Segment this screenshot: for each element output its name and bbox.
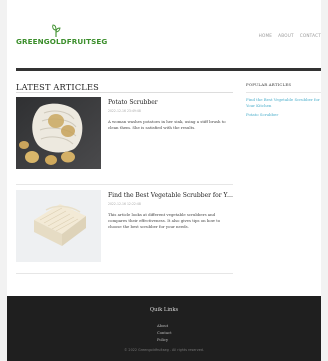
article-date: 2022-12-16 23:49:48 — [108, 109, 141, 113]
footer-link-policy[interactable]: Policy — [157, 337, 172, 344]
main-nav: HOME ABOUT CONTACT — [259, 33, 321, 38]
nav-about[interactable]: ABOUT — [278, 33, 294, 38]
nav-contact[interactable]: CONTACT — [300, 33, 321, 38]
potatoes-image — [16, 97, 101, 169]
article-title[interactable]: Potato Scrubber — [108, 99, 233, 106]
sidebar: POPULAR ARTICLES Find the Best Vegetable… — [246, 82, 321, 118]
footer-title: Quik Links — [149, 307, 179, 313]
section-divider — [16, 92, 233, 93]
plant-icon — [52, 24, 61, 37]
sidebar-link[interactable]: Find the Best Vegetable Scrubber for You… — [246, 97, 321, 108]
nav-home[interactable]: HOME — [259, 33, 273, 38]
sidebar-title: POPULAR ARTICLES — [246, 82, 292, 87]
footer-link-contact[interactable]: Contact — [157, 330, 172, 337]
article-divider — [16, 184, 233, 185]
article-description: A woman washes potatoes in her sink, usi… — [108, 119, 226, 130]
site-header: GREENGOLDFRUITSEG HOME ABOUT CONTACT — [7, 0, 321, 66]
footer-links: About Contact Policy — [157, 323, 172, 344]
page-container: GREENGOLDFRUITSEG HOME ABOUT CONTACT LAT… — [7, 0, 321, 296]
sidebar-divider — [246, 92, 321, 93]
logo-text: GREENGOLDFRUITSEG — [16, 37, 108, 46]
article-title[interactable]: Find the Best Vegetable Scrubber for You… — [108, 192, 233, 199]
sidebar-link[interactable]: Potato Scrubber — [246, 112, 321, 118]
article-description: This article looks at different vegetabl… — [108, 212, 221, 229]
sponge-image — [16, 190, 101, 262]
article-date: 2022-12-16 12:22:48 — [108, 202, 141, 206]
section-title: LATEST ARTICLES — [16, 82, 99, 92]
article-thumbnail[interactable] — [16, 190, 101, 262]
footer-copyright: © 2022 Greengoldfruitseg . All rights re… — [123, 348, 205, 352]
article-thumbnail[interactable] — [16, 97, 101, 169]
site-footer: Quik Links About Contact Policy © 2022 G… — [7, 296, 321, 361]
footer-link-about[interactable]: About — [157, 323, 172, 330]
article-divider — [16, 273, 233, 274]
header-divider — [16, 68, 321, 71]
